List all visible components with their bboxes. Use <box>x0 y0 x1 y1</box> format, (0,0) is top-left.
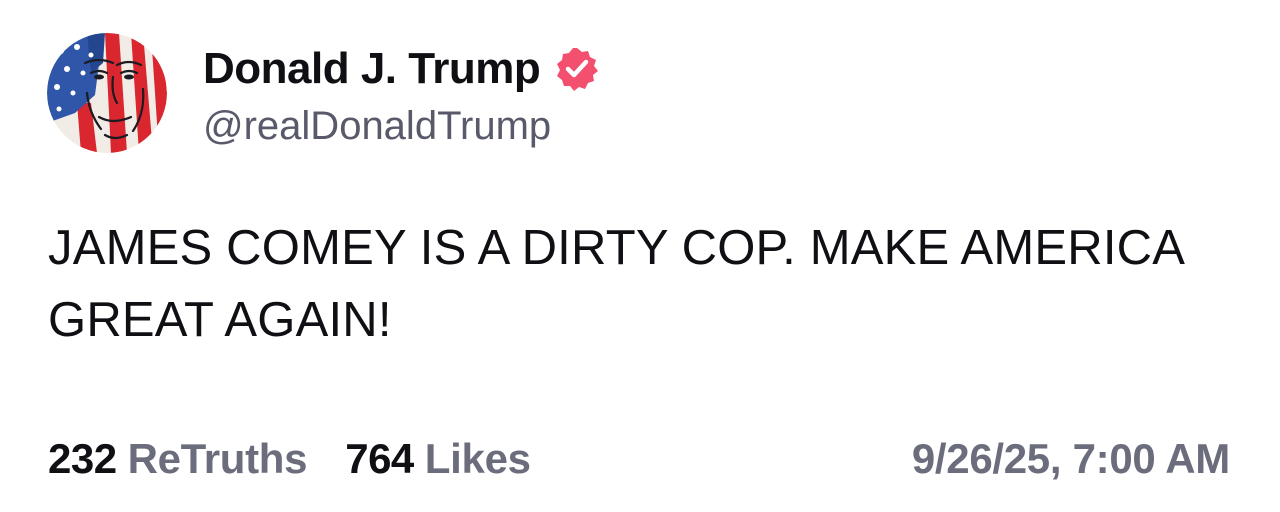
post-stats: 232 ReTruths 764 Likes <box>48 432 531 486</box>
truth-post-card: Donald J. Trump @realDonaldTrump JAMES C… <box>0 0 1280 512</box>
retruths-count: 232 <box>48 435 117 482</box>
retruths-stat[interactable]: 232 ReTruths <box>48 435 308 482</box>
avatar[interactable] <box>47 33 167 153</box>
post-text: JAMES COMEY IS A DIRTY COP. MAKE AMERICA… <box>48 221 1183 347</box>
retruths-label: ReTruths <box>127 435 308 482</box>
likes-count: 764 <box>345 435 414 482</box>
avatar-image <box>47 33 167 153</box>
author-name-row: Donald J. Trump <box>203 40 600 98</box>
author-handle[interactable]: @realDonaldTrump <box>203 106 551 146</box>
likes-stat[interactable]: 764 Likes <box>345 435 531 482</box>
verified-badge-icon <box>554 46 600 92</box>
author-display-name[interactable]: Donald J. Trump <box>203 47 541 91</box>
likes-label: Likes <box>424 435 531 482</box>
post-timestamp[interactable]: 9/26/25, 7:00 AM <box>912 432 1230 486</box>
